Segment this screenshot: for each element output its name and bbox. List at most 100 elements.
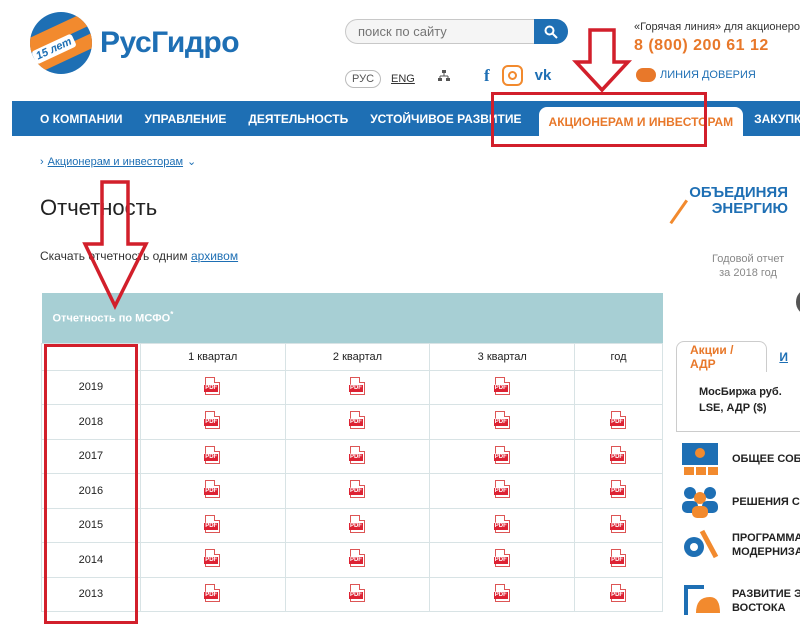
pdf-label: PDF xyxy=(204,488,219,496)
pdf-label: PDF xyxy=(348,591,363,599)
pdf-label: PDF xyxy=(493,557,508,565)
page: 15 лет РусГидро РУС ENG f vk xyxy=(0,0,800,624)
report-cell-year-report: PDF xyxy=(574,576,663,612)
nav-about[interactable]: О КОМПАНИИ xyxy=(12,101,134,136)
lang-ru[interactable]: РУС xyxy=(345,70,382,88)
pdf-label: PDF xyxy=(610,591,625,599)
trust-line-link[interactable]: ЛИНИЯ ДОВЕРИЯ xyxy=(636,68,756,82)
logo[interactable]: 15 лет РусГидро xyxy=(30,12,240,74)
sidebar-link-far-east[interactable]: РАЗВИТИЕ Э ВОСТОКА xyxy=(680,583,800,619)
report-cell-q3: PDF xyxy=(429,438,576,474)
pdf-icon[interactable]: PDF xyxy=(204,549,221,568)
search-button[interactable] xyxy=(534,19,568,44)
tab-other[interactable]: И xyxy=(767,341,800,372)
report-cell-q1: PDF xyxy=(139,507,286,543)
pdf-icon[interactable]: PDF xyxy=(204,480,221,499)
pdf-icon[interactable]: PDF xyxy=(204,514,221,533)
annotation-year-column-highlight xyxy=(44,344,138,624)
report-cell-q2: PDF xyxy=(284,369,431,405)
lang-en[interactable]: ENG xyxy=(391,73,415,85)
pdf-icon[interactable]: PDF xyxy=(204,445,221,464)
instagram-icon[interactable] xyxy=(501,65,523,86)
meeting-icon xyxy=(680,441,722,477)
sidebar-link-decisions[interactable]: РЕШЕНИЯ С xyxy=(680,484,800,520)
pdf-label: PDF xyxy=(348,453,363,461)
nav-activity[interactable]: ДЕЯТЕЛЬНОСТЬ xyxy=(237,101,359,136)
report-cell-year-report: PDF xyxy=(574,473,663,509)
pdf-icon[interactable]: PDF xyxy=(493,445,510,464)
report-cell-q1: PDF xyxy=(139,404,286,440)
report-cell-q3: PDF xyxy=(429,576,576,612)
report-cell-year-report xyxy=(574,369,663,405)
pdf-icon[interactable]: PDF xyxy=(348,445,365,464)
breadcrumb: › Акционерам и инвесторам ⌄ xyxy=(40,155,196,169)
pdf-label: PDF xyxy=(348,557,363,565)
report-cell-q3: PDF xyxy=(429,404,576,440)
pdf-icon[interactable]: PDF xyxy=(493,411,510,430)
report-cell-year-report: PDF xyxy=(574,542,663,578)
search-box xyxy=(345,19,568,44)
pdf-icon[interactable]: PDF xyxy=(348,376,365,395)
pdf-label: PDF xyxy=(610,557,625,565)
pdf-icon[interactable]: PDF xyxy=(610,514,627,533)
pdf-icon[interactable]: PDF xyxy=(610,445,627,464)
pdf-label: PDF xyxy=(348,419,363,427)
report-cell-q3: PDF xyxy=(429,369,576,405)
report-cell-year-report: PDF xyxy=(574,404,663,440)
pdf-label: PDF xyxy=(493,591,508,599)
pdf-icon[interactable]: PDF xyxy=(610,480,627,499)
facebook-icon[interactable]: f xyxy=(484,66,490,86)
download-archive-link[interactable]: архивом xyxy=(191,249,238,263)
pdf-icon[interactable]: PDF xyxy=(204,376,221,395)
search-icon xyxy=(544,25,558,39)
report-cell-q1: PDF xyxy=(139,473,286,509)
pdf-icon[interactable]: PDF xyxy=(348,514,365,533)
sidebar-link-meeting[interactable]: ОБЩЕЕ СОБ xyxy=(680,441,800,477)
pdf-icon[interactable]: PDF xyxy=(493,549,510,568)
gear-wrench-icon xyxy=(680,527,722,563)
pdf-icon[interactable]: PDF xyxy=(204,583,221,602)
pdf-icon[interactable]: PDF xyxy=(610,583,627,602)
report-cell-q2: PDF xyxy=(284,473,431,509)
nav-management[interactable]: УПРАВЛЕНИЕ xyxy=(134,101,238,136)
report-cell-q2: PDF xyxy=(284,507,431,543)
report-cell-q1: PDF xyxy=(139,542,286,578)
breadcrumb-chevron-icon: › xyxy=(40,155,44,168)
pdf-icon[interactable]: PDF xyxy=(610,411,627,430)
report-cell-q2: PDF xyxy=(284,404,431,440)
pdf-icon[interactable]: PDF xyxy=(493,376,510,395)
report-cell-q1: PDF xyxy=(139,369,286,405)
tab-shares-adr[interactable]: Акции / АДР xyxy=(676,341,768,372)
pdf-icon[interactable]: PDF xyxy=(348,583,365,602)
annual-report-label[interactable]: Годовой отчет за 2018 год xyxy=(712,252,784,280)
sitemap-icon[interactable] xyxy=(438,70,450,85)
chat-bubble-icon xyxy=(636,68,656,82)
pdf-icon[interactable]: PDF xyxy=(493,583,510,602)
pdf-label: PDF xyxy=(493,522,508,530)
search-input[interactable] xyxy=(346,20,526,43)
pdf-icon[interactable]: PDF xyxy=(348,549,365,568)
pdf-label: PDF xyxy=(204,453,219,461)
pdf-icon[interactable]: PDF xyxy=(493,514,510,533)
pdf-icon[interactable]: PDF xyxy=(610,549,627,568)
pdf-label: PDF xyxy=(493,488,508,496)
pdf-label: PDF xyxy=(493,384,508,392)
breadcrumb-link[interactable]: Акционерам и инвесторам xyxy=(48,156,183,168)
carousel-next-icon[interactable] xyxy=(796,290,800,314)
pdf-label: PDF xyxy=(493,419,508,427)
report-cell-q3: PDF xyxy=(429,473,576,509)
pdf-icon[interactable]: PDF xyxy=(204,411,221,430)
sidebar-link-modernization[interactable]: ПРОГРАММА МОДЕРНИЗА xyxy=(680,527,800,563)
vk-icon[interactable]: vk xyxy=(535,67,552,84)
chevron-down-icon[interactable]: ⌄ xyxy=(187,155,196,168)
nav-procurement[interactable]: ЗАКУПКИ xyxy=(743,101,800,136)
report-cell-q2: PDF xyxy=(284,542,431,578)
hotline-phone[interactable]: 8 (800) 200 61 12 xyxy=(634,37,769,55)
pdf-icon[interactable]: PDF xyxy=(348,411,365,430)
pdf-icon[interactable]: PDF xyxy=(493,480,510,499)
stock-quotes-panel: МосБиржа руб. LSE, АДР ($) xyxy=(676,372,800,432)
pdf-icon[interactable]: PDF xyxy=(348,480,365,499)
pdf-label: PDF xyxy=(204,419,219,427)
pdf-label: PDF xyxy=(610,488,625,496)
report-cell-q2: PDF xyxy=(284,576,431,612)
